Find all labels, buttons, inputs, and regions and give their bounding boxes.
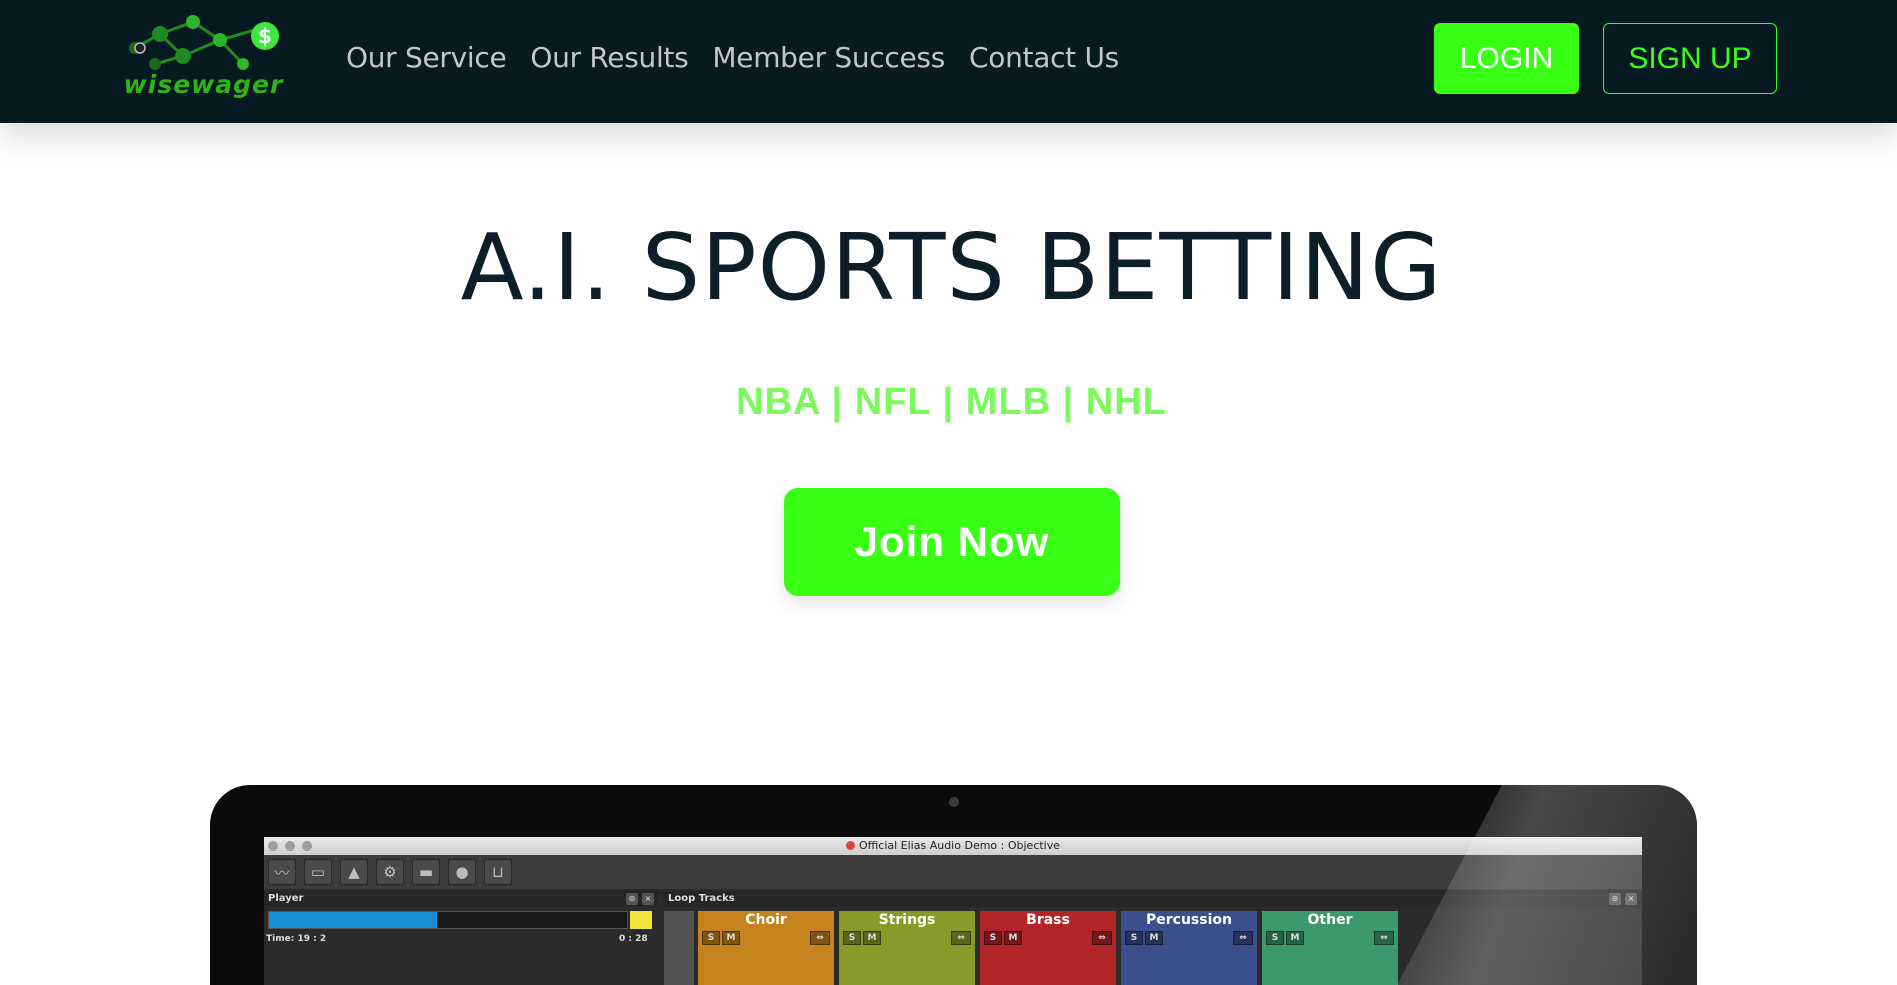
window-titlebar: Official Elias Audio Demo : Objective (264, 837, 1642, 855)
record-icon (845, 841, 855, 850)
mute-button: M (1145, 931, 1163, 945)
export-icon: ▬ (412, 859, 440, 885)
join-now-button[interactable]: Join Now (784, 488, 1120, 596)
expand-arrows-icon: ⇔ (1374, 931, 1394, 945)
track-choir: Choir S M ⇔ (698, 911, 834, 985)
mute-button: M (863, 931, 881, 945)
solo-button: S (702, 931, 720, 945)
window-title: Official Elias Audio Demo : Objective (264, 839, 1642, 852)
player-panel-title: Player (268, 893, 304, 904)
track-other: Other S M ⇔ (1262, 911, 1398, 985)
logo-text: wisewager (123, 70, 284, 99)
user-icon: ● (448, 859, 476, 885)
nav-contact-us[interactable]: Contact Us (969, 38, 1119, 78)
mute-button: M (1004, 931, 1022, 945)
panel-detach-icon: ⊙ (626, 893, 638, 905)
window-title-text: Official Elias Audio Demo : Objective (858, 839, 1061, 852)
track-name: Brass (1026, 912, 1070, 928)
main-nav: Our Service Our Results Member Success C… (346, 38, 1119, 78)
player-progress-bar (268, 911, 628, 929)
svg-text:$: $ (258, 24, 272, 48)
solo-button: S (984, 931, 1002, 945)
track-strings: Strings S M ⇔ (839, 911, 975, 985)
expand-arrows-icon: ⇔ (1233, 931, 1253, 945)
track-name: Other (1307, 912, 1353, 928)
time-remaining: 0 : 28 (619, 934, 648, 944)
app-toolbar: 〰 ▭ ▲ ⚙ ▬ ● ⊔ (264, 855, 1642, 889)
camera-dot (949, 797, 959, 807)
track-brass: Brass S M ⇔ (980, 911, 1116, 985)
stop-icon (630, 911, 652, 929)
save-icon: ▭ (304, 859, 332, 885)
rocket-icon: ▲ (340, 859, 368, 885)
track-name: Percussion (1146, 912, 1232, 928)
player-panel-header: Player ⊙ × (264, 891, 658, 907)
track-percussion: Percussion S M ⇔ (1121, 911, 1257, 985)
wave-icon: 〰 (268, 859, 296, 885)
expand-arrows-icon: ⇔ (951, 931, 971, 945)
gear-icon: ⚙ (376, 859, 404, 885)
time-readout: Time: 19 : 2 (266, 934, 327, 944)
track-name: Strings (878, 912, 936, 928)
solo-button: S (1125, 931, 1143, 945)
solo-button: S (843, 931, 861, 945)
panel-close-icon: × (642, 893, 654, 905)
site-header: $ wisewager Our Service Our Results Memb… (0, 0, 1897, 123)
hero-title: A.I. SPORTS BETTING (460, 214, 1443, 321)
nav-member-success[interactable]: Member Success (712, 38, 945, 78)
expand-arrows-icon: ⇔ (1092, 931, 1112, 945)
nav-our-results[interactable]: Our Results (530, 38, 688, 78)
logo[interactable]: $ wisewager (115, 12, 285, 104)
track-name: Choir (745, 912, 787, 928)
nav-our-service[interactable]: Our Service (346, 38, 507, 78)
cart-icon: ⊔ (484, 859, 512, 885)
signup-button[interactable]: SIGN UP (1603, 23, 1777, 94)
track-handle (664, 911, 694, 985)
login-button[interactable]: LOGIN (1434, 23, 1579, 94)
laptop-mockup: Official Elias Audio Demo : Objective 〰 … (210, 785, 1697, 985)
loop-tracks-title: Loop Tracks (668, 893, 735, 904)
player-progress-fill (269, 912, 438, 928)
expand-arrows-icon: ⇔ (810, 931, 830, 945)
solo-button: S (1266, 931, 1284, 945)
mute-button: M (1286, 931, 1304, 945)
leagues-subtitle: NBA | NFL | MLB | NHL (736, 381, 1167, 423)
mute-button: M (722, 931, 740, 945)
